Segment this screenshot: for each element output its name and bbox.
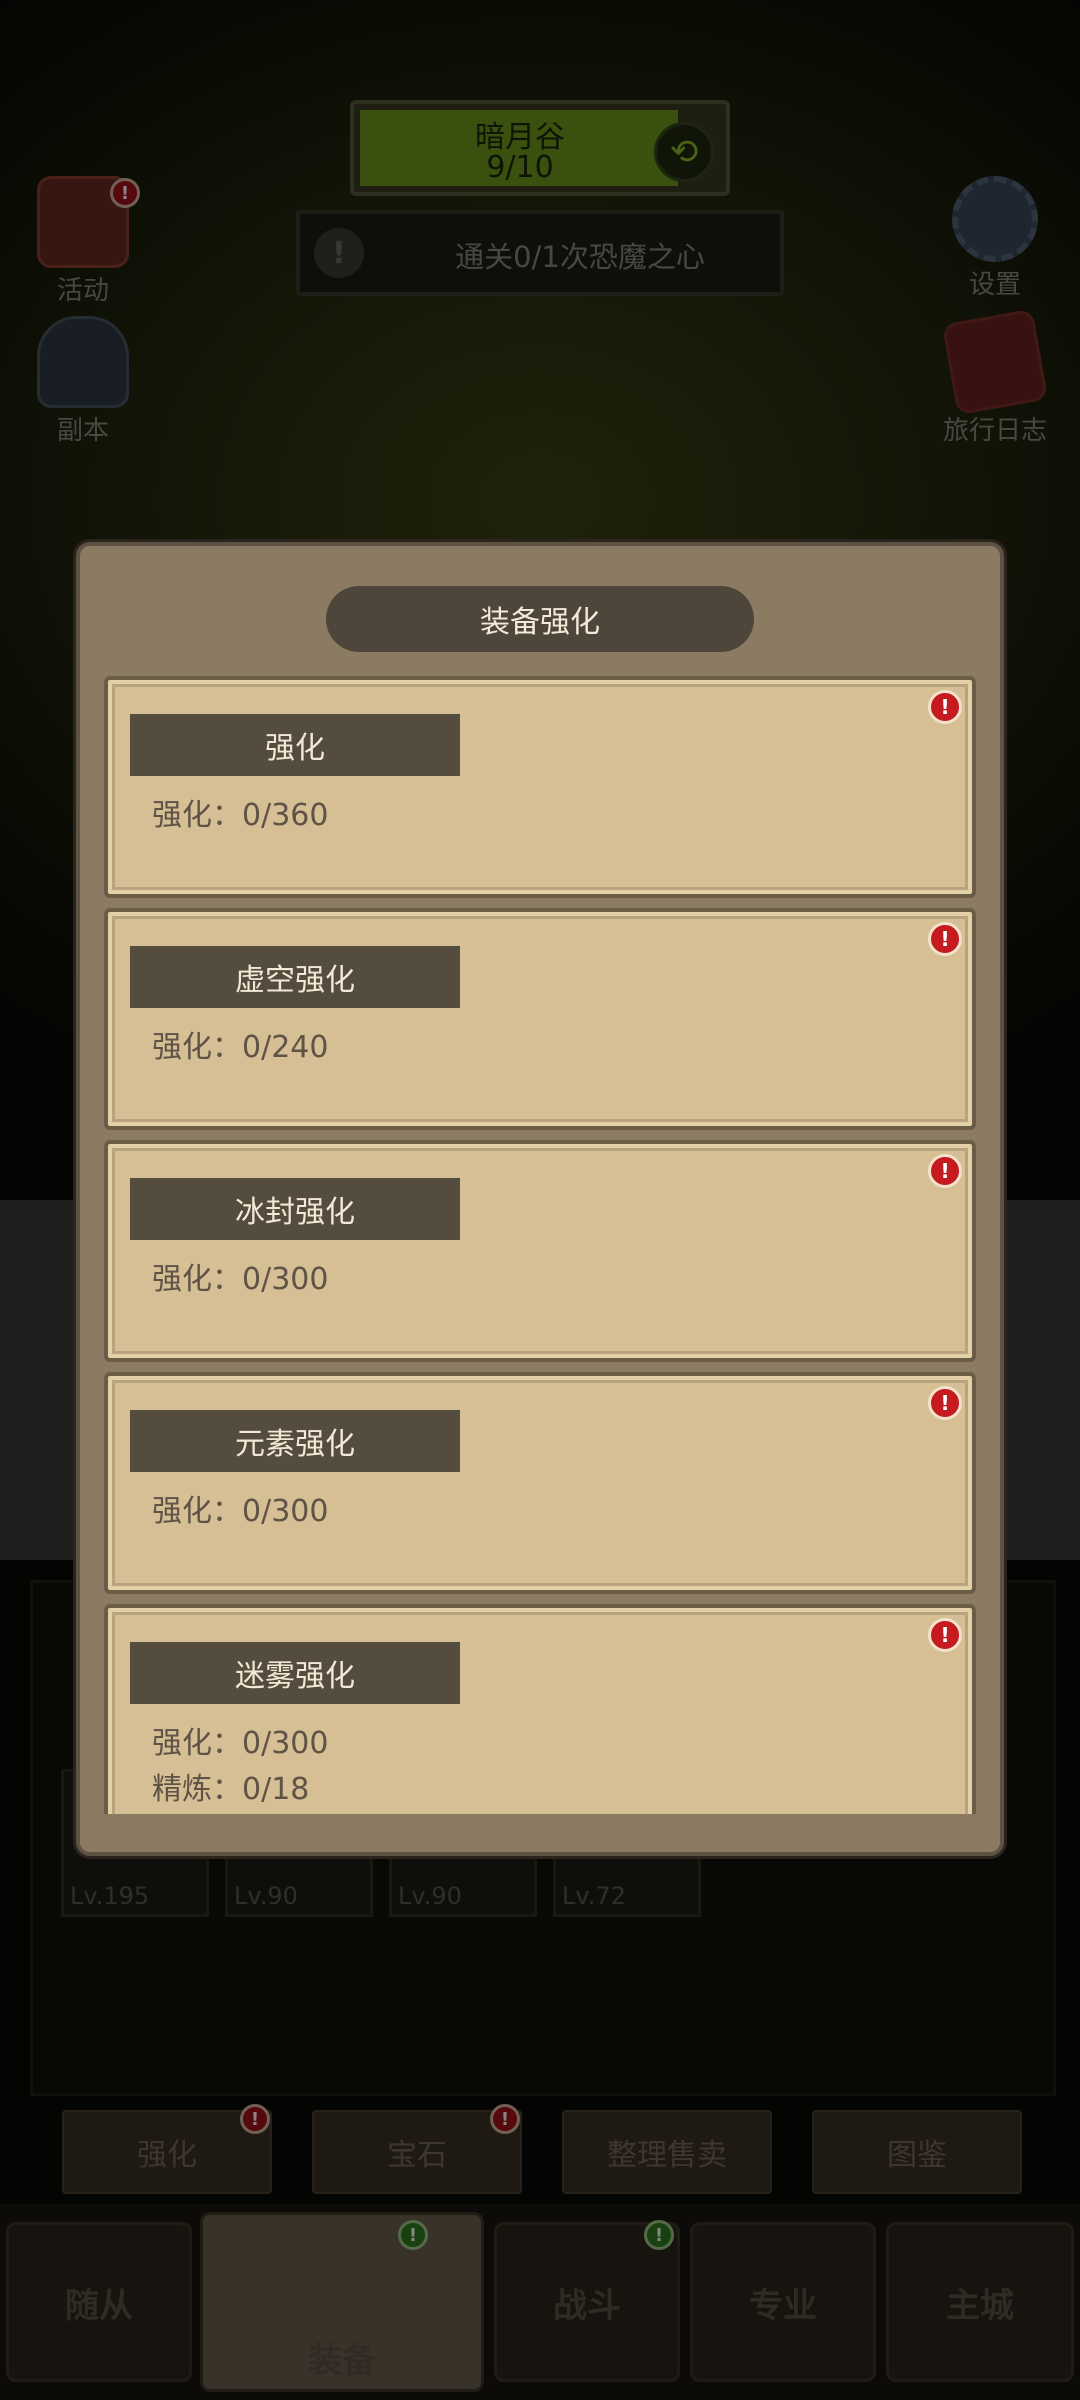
enhance-card[interactable]: 虚空强化 强化：0/240 !	[104, 908, 976, 1130]
alert-icon: !	[928, 1618, 962, 1652]
card-stat: 精炼：0/18	[152, 1772, 310, 1807]
enhance-card-list[interactable]: 强化 强化：0/360 ! 虚空强化 强化：0/240 ! 冰封强化 强化：0/…	[104, 676, 976, 1814]
card-stat: 强化：0/240	[152, 1030, 329, 1065]
card-title: 元素强化	[130, 1410, 460, 1472]
card-stat: 强化：0/360	[152, 798, 329, 833]
card-stat: 强化：0/300	[152, 1726, 329, 1761]
alert-icon: !	[928, 922, 962, 956]
alert-icon: !	[928, 1386, 962, 1420]
enhance-card[interactable]: 元素强化 强化：0/300 !	[104, 1372, 976, 1594]
card-title: 虚空强化	[130, 946, 460, 1008]
enhance-card[interactable]: 迷雾强化 强化：0/300 精炼：0/18 !	[104, 1604, 976, 1814]
card-stat: 强化：0/300	[152, 1494, 329, 1529]
enhance-card[interactable]: 冰封强化 强化：0/300 !	[104, 1140, 976, 1362]
card-title: 迷雾强化	[130, 1642, 460, 1704]
enhance-card[interactable]: 强化 强化：0/360 !	[104, 676, 976, 898]
alert-icon: !	[928, 690, 962, 724]
alert-icon: !	[928, 1154, 962, 1188]
card-title: 冰封强化	[130, 1178, 460, 1240]
card-stat: 强化：0/300	[152, 1262, 329, 1297]
card-title: 强化	[130, 714, 460, 776]
dialog-title: 装备强化	[326, 586, 754, 652]
